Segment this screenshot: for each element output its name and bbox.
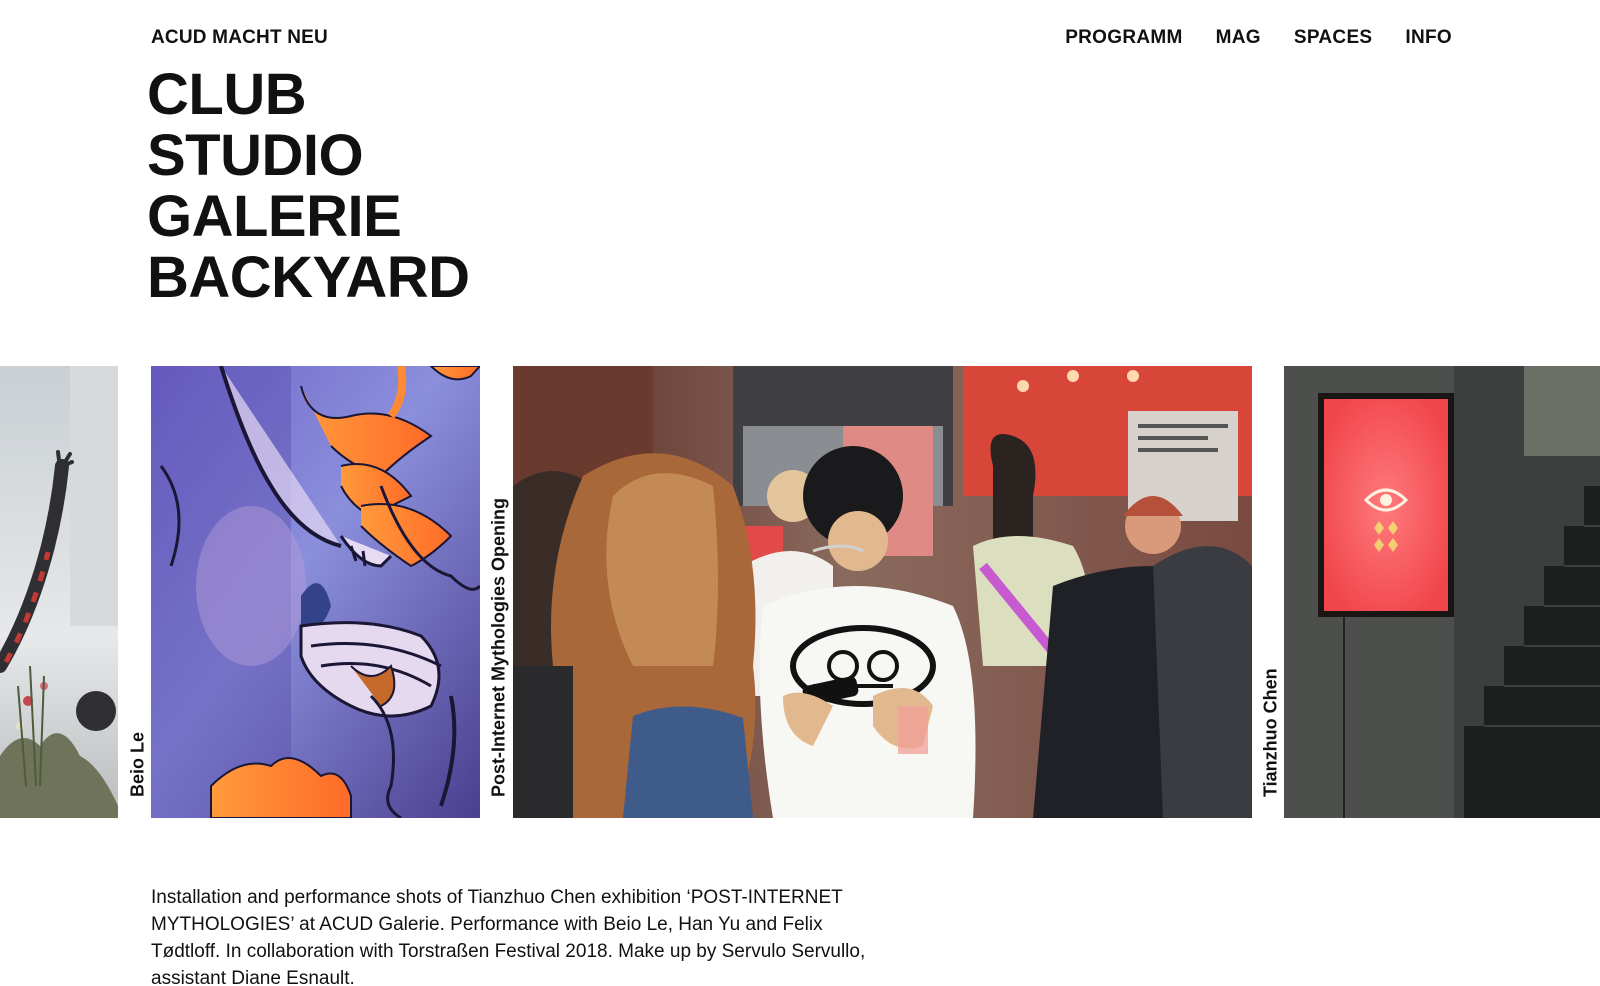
photo-caption-post-internet-opening: Post-Internet Mythologies Opening <box>483 366 515 818</box>
gallery-description: Installation and performance shots of Ti… <box>151 887 866 986</box>
nav-item-programm[interactable]: PROGRAMM <box>1065 27 1182 49</box>
spaces-list: CLUB STUDIO GALERIE BACKYARD <box>147 64 470 308</box>
gallery-photo-performance[interactable] <box>0 366 118 818</box>
performance-image <box>0 366 118 818</box>
caption-text: Beio Le <box>127 731 148 797</box>
nav-item-info[interactable]: INFO <box>1405 27 1452 49</box>
caption-text: Tianzhuo Chen <box>1260 668 1281 797</box>
page: ACUD MACHT NEU PROGRAMM MAG SPACES INFO … <box>0 0 1600 986</box>
caption-text: Post-Internet Mythologies Opening <box>488 497 509 797</box>
gallery-photo-flames-artwork[interactable] <box>151 366 480 818</box>
flames-artwork-image <box>151 366 480 818</box>
photo-caption-beio-le: Beio Le <box>122 366 154 818</box>
gallery-photo-opening-crowd[interactable] <box>513 366 1252 818</box>
photo-caption-tianzhuo-chen: Tianzhuo Chen <box>1255 366 1287 818</box>
photo-gallery[interactable]: Beio Le Post-Internet Mythologies Openin… <box>0 366 1600 818</box>
brand-link[interactable]: ACUD MACHT NEU <box>151 27 328 49</box>
nav-item-spaces[interactable]: SPACES <box>1294 27 1373 49</box>
gallery-photo-screen-installation[interactable] <box>1284 366 1600 818</box>
main-nav: PROGRAMM MAG SPACES INFO <box>1065 27 1452 49</box>
space-link-studio[interactable]: STUDIO <box>147 125 470 186</box>
space-link-backyard[interactable]: BACKYARD <box>147 247 470 308</box>
nav-item-mag[interactable]: MAG <box>1216 27 1261 49</box>
opening-crowd-image <box>513 366 1252 818</box>
screen-installation-image <box>1284 366 1600 818</box>
space-link-galerie[interactable]: GALERIE <box>147 186 470 247</box>
space-link-club[interactable]: CLUB <box>147 64 470 125</box>
